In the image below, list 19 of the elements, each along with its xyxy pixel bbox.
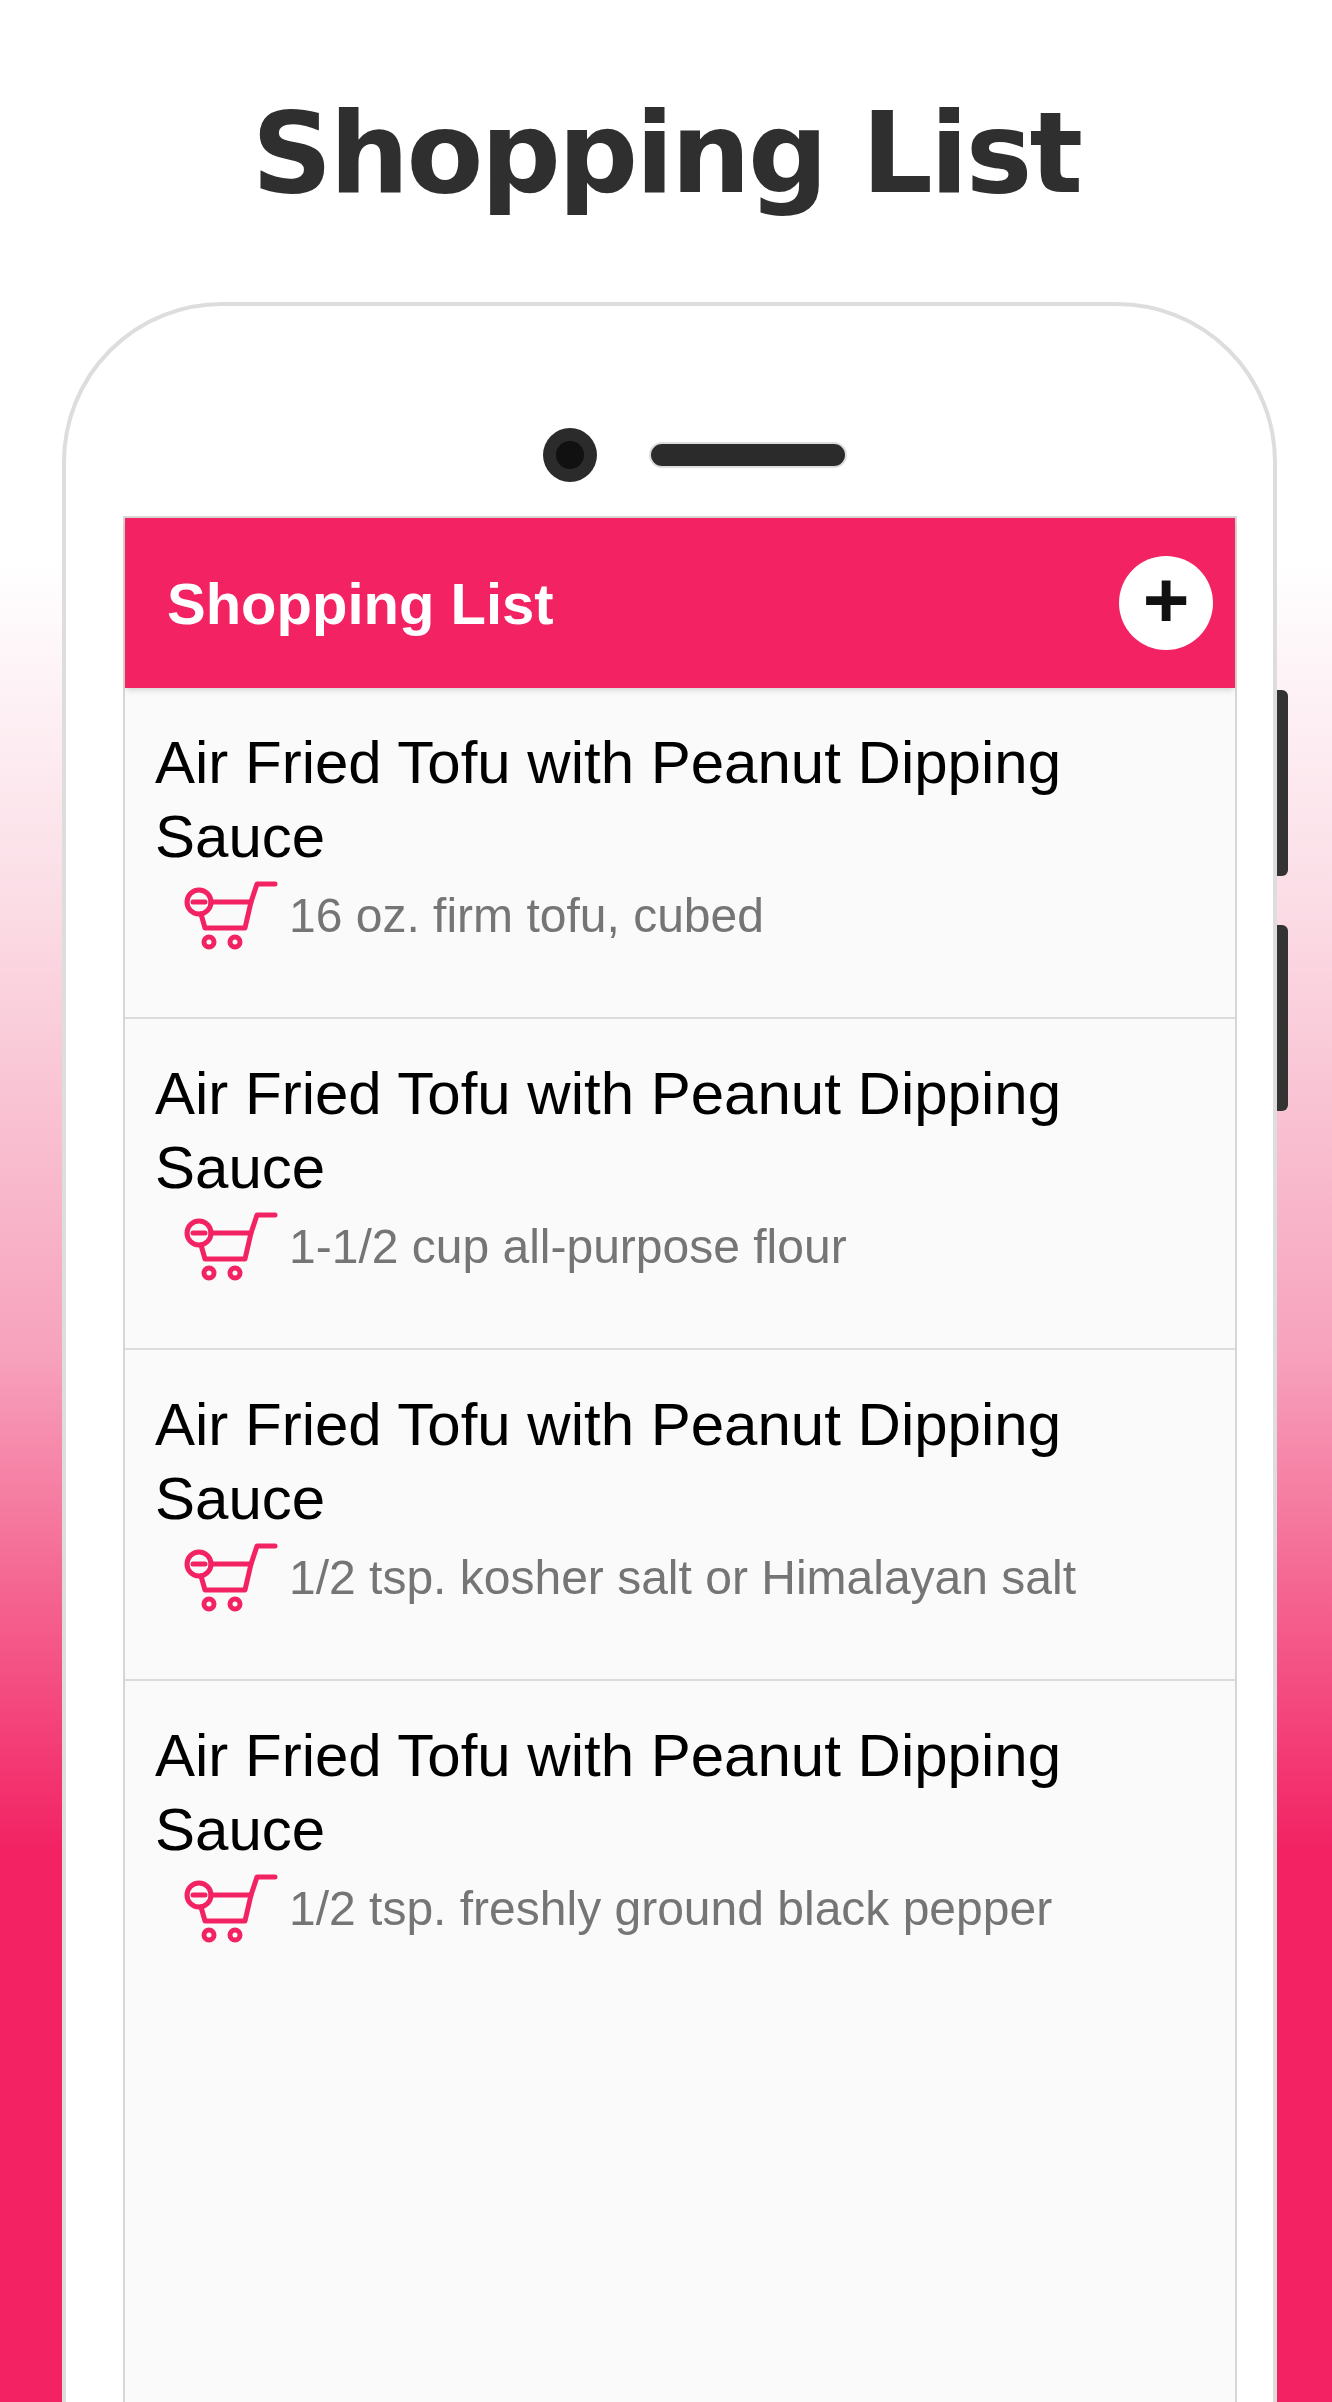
cart-remove-icon (183, 1873, 279, 1945)
recipe-title: Air Fried Tofu with Peanut Dipping Sauce (155, 1721, 1063, 1865)
ingredient-text: 1/2 tsp. kosher salt or Himalayan salt (289, 1550, 1076, 1606)
cart-remove-icon (183, 1211, 279, 1283)
cart-remove-icon (183, 1542, 279, 1614)
ingredient-text: 1/2 tsp. freshly ground black pepper (289, 1881, 1053, 1937)
ingredient-text: 1-1/2 cup all-purpose flour (289, 1219, 847, 1275)
list-item[interactable]: Air Fried Tofu with Peanut Dipping Sauce 1-1/2 cup all-purpose flour (125, 1019, 1235, 1350)
recipe-title: Air Fried Tofu with Peanut Dipping Sauce (155, 728, 1063, 872)
app-bar-title: Shopping List (167, 569, 554, 638)
list-item[interactable]: Air Fried Tofu with Peanut Dipping Sauce 16 oz. firm tofu, cubed (125, 688, 1235, 1019)
add-button[interactable]: + (1119, 556, 1213, 650)
recipe-title: Air Fried Tofu with Peanut Dipping Sauce (155, 1390, 1063, 1534)
recipe-title: Air Fried Tofu with Peanut Dipping Sauce (155, 1059, 1063, 1203)
list-item[interactable]: Air Fried Tofu with Peanut Dipping Sauce 1/2 tsp. kosher salt or Himalayan salt (125, 1350, 1235, 1681)
list-item[interactable]: Air Fried Tofu with Peanut Dipping Sauce 1/2 tsp. freshly ground black pepper (125, 1681, 1235, 2012)
headline: Shopping List (251, 88, 1081, 218)
cart-remove-icon (183, 880, 279, 952)
ingredient-text: 16 oz. firm tofu, cubed (289, 888, 764, 944)
